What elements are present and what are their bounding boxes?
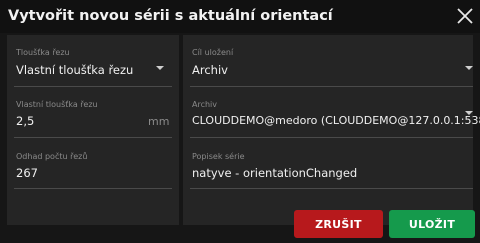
archive-label: Archiv [192, 100, 218, 109]
field-underline [190, 86, 473, 87]
slice-count-value: 267 [16, 166, 38, 180]
series-description-value: natyve - orientationChanged [192, 166, 358, 180]
custom-thickness-label: Vlastní tloušťka řezu [16, 100, 98, 109]
right-panel: Cíl uložení Archiv Archiv CLOUDDEMO@medo… [183, 35, 480, 225]
chevron-down-icon [156, 66, 164, 70]
series-description-input[interactable]: Popisek série natyve - orientationChange… [183, 147, 473, 197]
series-description-label: Popisek série [192, 152, 245, 161]
save-target-label: Cíl uložení [192, 48, 234, 57]
custom-thickness-value: 2,5 [16, 114, 35, 128]
slice-thickness-value: Vlastní tloušťka řezu [16, 63, 134, 77]
slice-count-field: Odhad počtu řezů 267 [7, 147, 179, 197]
left-panel: Tloušťka řezu Vlastní tloušťka řezu Vlas… [7, 35, 179, 225]
save-target-value: Archiv [192, 63, 228, 77]
archive-select[interactable]: Archiv CLOUDDEMO@medoro (CLOUDDEMO@127.0… [183, 95, 480, 150]
slice-thickness-label: Tloušťka řezu [16, 48, 70, 57]
chevron-down-icon [465, 66, 473, 70]
field-underline [14, 137, 172, 138]
thickness-unit: mm [148, 115, 170, 128]
field-underline [190, 188, 473, 189]
custom-thickness-input[interactable]: Vlastní tloušťka řezu 2,5 mm [7, 95, 179, 150]
archive-value: CLOUDDEMO@medoro (CLOUDDEMO@127.0.0.1:53… [192, 114, 480, 127]
cancel-button[interactable]: ZRUŠIT [294, 210, 383, 238]
field-underline [190, 137, 473, 138]
slice-count-label: Odhad počtu řezů [16, 152, 88, 161]
create-series-dialog: Vytvořit novou sérii s aktuální orientac… [0, 0, 480, 243]
dialog-title: Vytvořit novou sérii s aktuální orientac… [8, 8, 333, 24]
field-underline [14, 188, 172, 189]
slice-thickness-select[interactable]: Tloušťka řezu Vlastní tloušťka řezu [7, 35, 179, 95]
chevron-down-icon [465, 111, 473, 115]
field-underline [14, 86, 172, 87]
dialog-titlebar: Vytvořit novou sérii s aktuální orientac… [0, 0, 480, 33]
save-button[interactable]: ULOŽIT [389, 210, 475, 238]
close-icon[interactable] [456, 7, 474, 25]
save-target-select[interactable]: Cíl uložení Archiv [183, 35, 473, 95]
